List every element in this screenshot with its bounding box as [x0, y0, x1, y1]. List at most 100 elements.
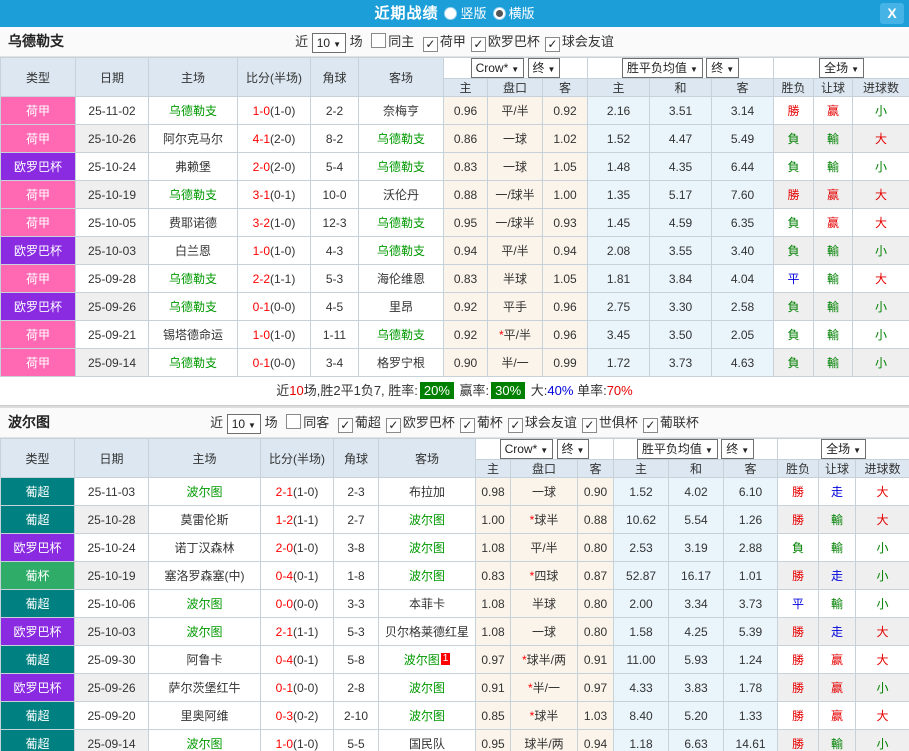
league-badge: 荷甲: [0, 348, 76, 377]
away-team-name: 格罗宁根: [376, 356, 425, 370]
league-checkbox[interactable]: ✓: [459, 418, 475, 433]
result-cell: 負: [773, 320, 815, 349]
same-venue-checkbox[interactable]: [286, 414, 302, 429]
dropdown-arrow-icon: ▼: [726, 65, 735, 74]
league-badge: 欧罗巴杯: [0, 533, 75, 562]
away-team-cell: 乌德勒支: [358, 236, 444, 265]
away-team-cell: 国民队: [378, 729, 476, 751]
odds-company-select[interactable]: Crow* ▼: [470, 58, 525, 78]
avg-away-odds-cell: 4.04: [711, 264, 775, 293]
corner-cell: 2-10: [333, 701, 379, 730]
handicap-away-odds-cell: 1.05: [541, 152, 589, 181]
avg-odds-select[interactable]: 胜平负均值 ▼: [621, 58, 703, 78]
avg-odds-select[interactable]: 胜平负均值 ▼: [636, 439, 718, 459]
sub-column-header: 和: [668, 459, 725, 478]
league-checkbox[interactable]: ✓: [422, 37, 438, 52]
away-team-cell: 贝尔格莱德红星: [378, 617, 476, 646]
fulltime-score: 1-0: [252, 103, 270, 118]
league-checkbox-label: 球会友谊: [524, 415, 577, 430]
vertical-layout-label: 竖版: [460, 6, 487, 21]
handicap-line-cell: 一/球半: [487, 180, 543, 209]
handicap-line-cell: 一球: [487, 152, 543, 181]
away-team-cell: 乌德勒支: [358, 208, 444, 237]
handicap-away-odds-cell: 0.92: [541, 96, 589, 125]
odds-stage-select[interactable]: 终 ▼: [556, 439, 590, 459]
league-checkbox[interactable]: ✓: [337, 418, 353, 433]
date-cell: 25-09-21: [75, 320, 149, 349]
handicap-away-odds-cell: 0.94: [541, 236, 589, 265]
team-name: 乌德勒支: [8, 33, 64, 49]
close-button[interactable]: X: [880, 3, 904, 24]
handicap-home-odds-cell: 0.88: [443, 180, 488, 209]
league-checkbox[interactable]: ✓: [581, 418, 597, 433]
scope-select[interactable]: 全场 ▼: [819, 58, 864, 78]
away-team-cell: 波尔图: [378, 505, 476, 534]
result-cell: 負: [773, 348, 815, 377]
horizontal-layout-radio[interactable]: [492, 7, 506, 20]
vertical-layout-radio[interactable]: [444, 7, 458, 20]
away-team-cell: 波尔图: [378, 561, 476, 590]
halftime-score: (0-1): [293, 652, 319, 667]
same-venue-checkbox[interactable]: [371, 33, 387, 48]
away-team-name: 贝尔格莱德红星: [384, 625, 469, 639]
sub-column-header: 主: [613, 459, 670, 478]
home-team-cell: 阿鲁卡: [148, 645, 261, 674]
avg-away-odds-cell: 4.63: [711, 348, 775, 377]
match-count-select[interactable]: 10 ▼: [226, 413, 261, 434]
away-team-name: 乌德勒支: [376, 328, 425, 342]
date-cell: 25-10-19: [75, 180, 149, 209]
handicap-home-odds-cell: 0.83: [443, 152, 488, 181]
goals-result-cell: 大: [855, 505, 909, 534]
home-team-cell: 波尔图: [148, 477, 261, 506]
odds-stage-select[interactable]: 终 ▼: [527, 58, 561, 78]
fulltime-score: 0-3: [275, 708, 293, 723]
goals-result-cell: 大: [852, 208, 909, 237]
handicap-line-text: 平/半: [503, 328, 531, 342]
table-row: 欧罗巴杯 25-10-24 诺丁汉森林 2-0(1-0) 3-8 波尔图 1.08 平/半 0.…: [0, 533, 909, 562]
scope-select[interactable]: 全场 ▼: [821, 439, 866, 459]
league-checkbox[interactable]: ✓: [385, 418, 401, 433]
away-team-cell: 格罗宁根: [358, 348, 444, 377]
avg-draw-odds-cell: 3.30: [649, 292, 713, 321]
date-cell: 25-10-03: [75, 236, 149, 265]
league-badge: 葡超: [0, 589, 75, 618]
summary-segment: 10: [289, 383, 304, 398]
home-team-name: 乌德勒支: [168, 272, 217, 286]
score-cell: 1-0(1-0): [237, 236, 311, 265]
match-count-select[interactable]: 10 ▼: [311, 32, 346, 53]
home-team-cell: 阿尔克马尔: [148, 124, 238, 153]
avg-draw-odds-cell: 3.19: [668, 533, 725, 562]
column-header: 角球: [333, 438, 379, 478]
handicap-home-odds-cell: 0.92: [443, 292, 488, 321]
corner-cell: 3-3: [333, 589, 379, 618]
league-checkbox[interactable]: ✓: [470, 37, 486, 52]
league-checkbox[interactable]: ✓: [642, 418, 658, 433]
avg-stage-select[interactable]: 终 ▼: [721, 439, 755, 459]
goals-result-cell: 大: [855, 477, 909, 506]
avg-home-odds-cell: 11.00: [613, 645, 670, 674]
avg-draw-odds-cell: 4.47: [649, 124, 713, 153]
league-checkbox[interactable]: ✓: [544, 37, 560, 52]
date-cell: 25-09-14: [74, 729, 149, 751]
goals-result-cell: 小: [855, 561, 909, 590]
scope-header-cell: 全场 ▼: [773, 57, 909, 79]
avg-stage-select[interactable]: 终 ▼: [706, 58, 740, 78]
score-cell: 1-0(1-0): [260, 729, 334, 751]
corner-cell: 10-0: [310, 180, 359, 209]
odds-company-select[interactable]: Crow* ▼: [499, 439, 554, 459]
league-checkbox-label: 欧罗巴杯: [402, 415, 455, 430]
avg-home-odds-cell: 2.08: [587, 236, 651, 265]
away-team-name: 波尔图: [408, 709, 445, 723]
near-label: 近: [210, 415, 227, 430]
league-checkbox[interactable]: ✓: [507, 418, 523, 433]
home-team-cell: 白兰恩: [148, 236, 238, 265]
sub-column-header: 客: [576, 459, 615, 478]
result-cell: 勝: [773, 96, 815, 125]
table-row: 葡超 25-10-28 莫雷伦斯 1-2(1-1) 2-7 波尔图 1.00 *球半 0.88 1…: [0, 505, 909, 534]
goals-result-cell: 大: [852, 264, 909, 293]
league-badge: 葡杯: [0, 561, 75, 590]
table-row: 荷甲 25-11-02 乌德勒支 1-0(1-0) 2-2 奈梅亨 0.96 平/半 0.92 2…: [0, 96, 909, 125]
avg-draw-odds-cell: 5.20: [668, 701, 725, 730]
handicap-away-odds-cell: 0.94: [576, 729, 615, 751]
date-cell: 25-10-26: [75, 124, 149, 153]
